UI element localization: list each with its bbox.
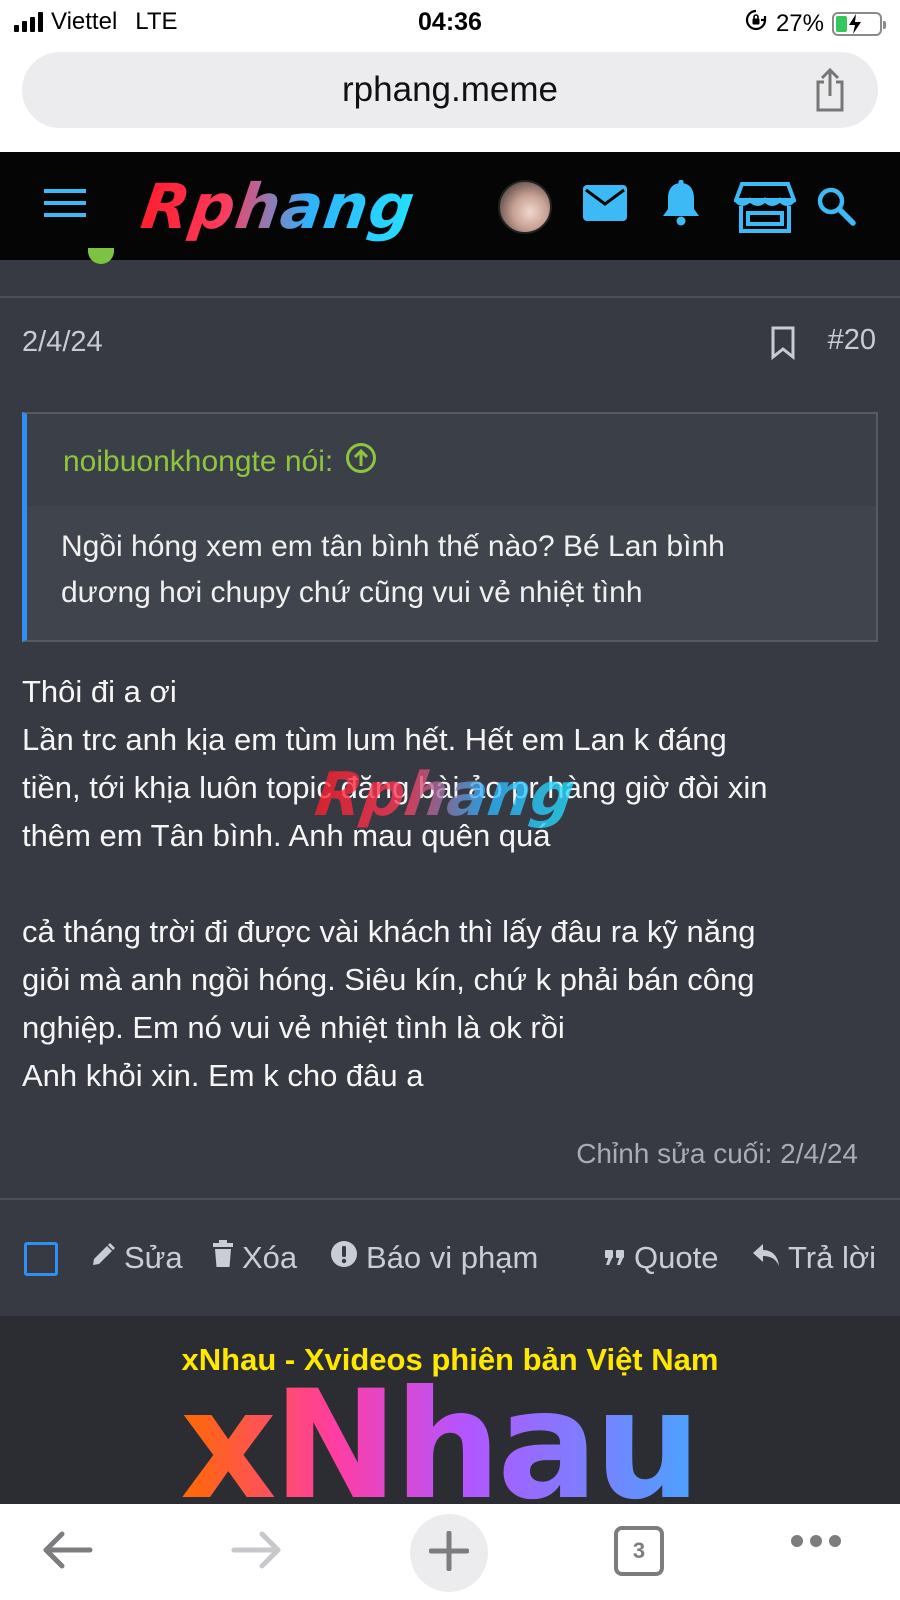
- menu-icon[interactable]: [44, 188, 86, 223]
- quote-author[interactable]: noibuonkhongte nói:: [63, 442, 377, 482]
- bookmark-icon[interactable]: [770, 326, 796, 365]
- mail-icon[interactable]: [582, 184, 628, 227]
- message-line: nghiệp. Em nó vui vẻ nhiệt tình là ok rồ…: [22, 1010, 565, 1045]
- quote-line: Ngồi hóng xem em tân bình thế nào? Bé La…: [61, 530, 725, 563]
- ad-logo[interactable]: xNhau: [180, 1366, 701, 1504]
- share-icon[interactable]: [810, 67, 850, 117]
- pencil-icon: [90, 1240, 116, 1276]
- message-line: Lần trc anh kịa em tùm lum hết. Hết em L…: [22, 722, 727, 757]
- post-number[interactable]: #20: [828, 324, 876, 357]
- new-tab-button[interactable]: [410, 1514, 488, 1592]
- report-label: Báo vi phạm: [366, 1240, 539, 1275]
- edit-label: Sửa: [124, 1240, 183, 1275]
- site-navbar: Rphang: [0, 152, 900, 260]
- delete-button[interactable]: Xóa: [212, 1240, 297, 1276]
- message-line: giỏi mà anh ngồi hóng. Siêu kín, chứ k p…: [22, 962, 755, 997]
- post-message: Thôi đi a ơi Lần trc anh kịa em tùm lum …: [22, 668, 882, 1100]
- quote-label: Quote: [634, 1240, 719, 1275]
- url-text[interactable]: rphang.meme: [22, 70, 878, 110]
- quote-icon: [604, 1240, 626, 1276]
- reply-label: Trả lời: [788, 1240, 877, 1275]
- post-actions: Sửa Xóa Báo vi phạm Quote Trả lời: [0, 1200, 900, 1316]
- divider: [0, 296, 900, 298]
- message-line: Thôi đi a ơi: [22, 674, 177, 709]
- address-bar[interactable]: rphang.meme: [22, 52, 878, 128]
- ad-banner[interactable]: xNhau - Xvideos phiên bản Việt Nam xNhau: [0, 1316, 900, 1504]
- site-logo[interactable]: Rphang: [137, 170, 420, 243]
- report-button[interactable]: Báo vi phạm: [330, 1240, 538, 1276]
- online-indicator: [88, 248, 114, 264]
- arrow-up-circle-icon[interactable]: [345, 442, 377, 482]
- watermark-logo: Rphang: [311, 760, 579, 830]
- orientation-lock-icon: [744, 8, 768, 39]
- browser-toolbar: 3: [0, 1504, 900, 1600]
- battery-percent: 27%: [775, 9, 824, 37]
- trash-icon: [212, 1240, 234, 1276]
- message-line: cả tháng trời đi được vài khách thì lấy …: [22, 914, 756, 949]
- edit-button[interactable]: Sửa: [90, 1240, 183, 1276]
- bell-icon[interactable]: [660, 180, 702, 231]
- plus-icon: [428, 1530, 470, 1576]
- forward-arrow-icon[interactable]: [230, 1530, 284, 1575]
- quote-author-label[interactable]: noibuonkhongte nói:: [63, 445, 333, 479]
- more-icon[interactable]: [790, 1534, 842, 1553]
- quote-line: dương hơi chupy chứ cũng vui vẻ nhiệt tì…: [61, 576, 643, 609]
- tab-switcher-button[interactable]: 3: [614, 1526, 664, 1576]
- browser-url-area: rphang.meme: [0, 48, 900, 152]
- quote-button[interactable]: Quote: [604, 1240, 718, 1276]
- quote-text: Ngồi hóng xem em tân bình thế nào? Bé La…: [27, 506, 876, 640]
- last-edited: Chỉnh sửa cuối: 2/4/24: [576, 1138, 858, 1169]
- battery-icon: [832, 11, 886, 36]
- status-bar: Viettel LTE 04:36 27%: [0, 0, 900, 48]
- post-date[interactable]: 2/4/24: [22, 326, 103, 359]
- reply-icon: [752, 1240, 780, 1276]
- delete-label: Xóa: [242, 1240, 298, 1275]
- reply-button[interactable]: Trả lời: [752, 1240, 876, 1276]
- alert-icon: [330, 1240, 358, 1276]
- avatar[interactable]: [498, 180, 552, 234]
- quote-block: noibuonkhongte nói: Ngồi hóng xem em tân…: [22, 412, 878, 642]
- message-line: Anh khỏi xin. Em k cho đâu a: [22, 1058, 424, 1093]
- message-line: [22, 860, 882, 908]
- select-checkbox[interactable]: [24, 1242, 58, 1276]
- search-icon[interactable]: [816, 186, 856, 231]
- back-arrow-icon[interactable]: [40, 1530, 94, 1575]
- store-icon[interactable]: [733, 180, 797, 239]
